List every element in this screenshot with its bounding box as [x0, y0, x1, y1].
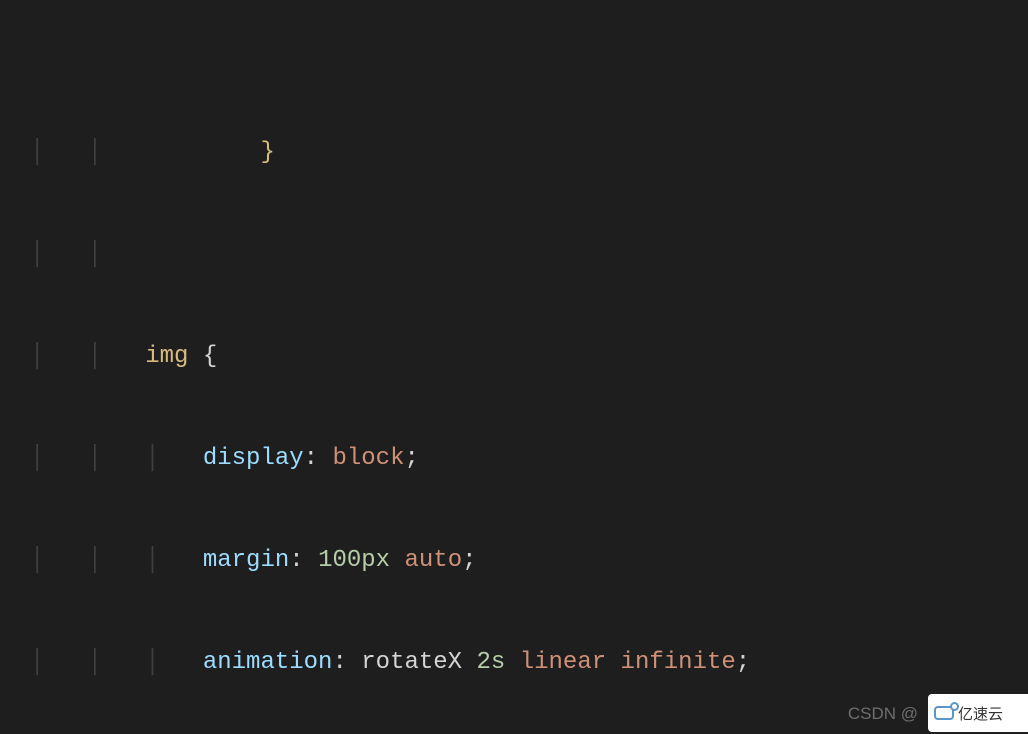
- code-line: │ │ img {: [30, 340, 1028, 374]
- code-line: │ │ │ animation: rotateX 2s linear infin…: [30, 646, 1028, 680]
- watermark-yisu: 亿速云: [928, 694, 1028, 732]
- watermark-text: 亿速云: [958, 703, 1003, 724]
- code-line: │ │ }: [30, 136, 1028, 170]
- code-line: │ │: [30, 238, 1028, 272]
- code-line: │ │ │ margin: 100px auto;: [30, 544, 1028, 578]
- cloud-icon: [934, 706, 954, 720]
- watermark-csdn: CSDN @: [848, 704, 918, 724]
- code-editor[interactable]: │ │ } │ │ │ │ img { │ │ │ display: block…: [0, 0, 1028, 734]
- code-line: │ │ │ display: block;: [30, 442, 1028, 476]
